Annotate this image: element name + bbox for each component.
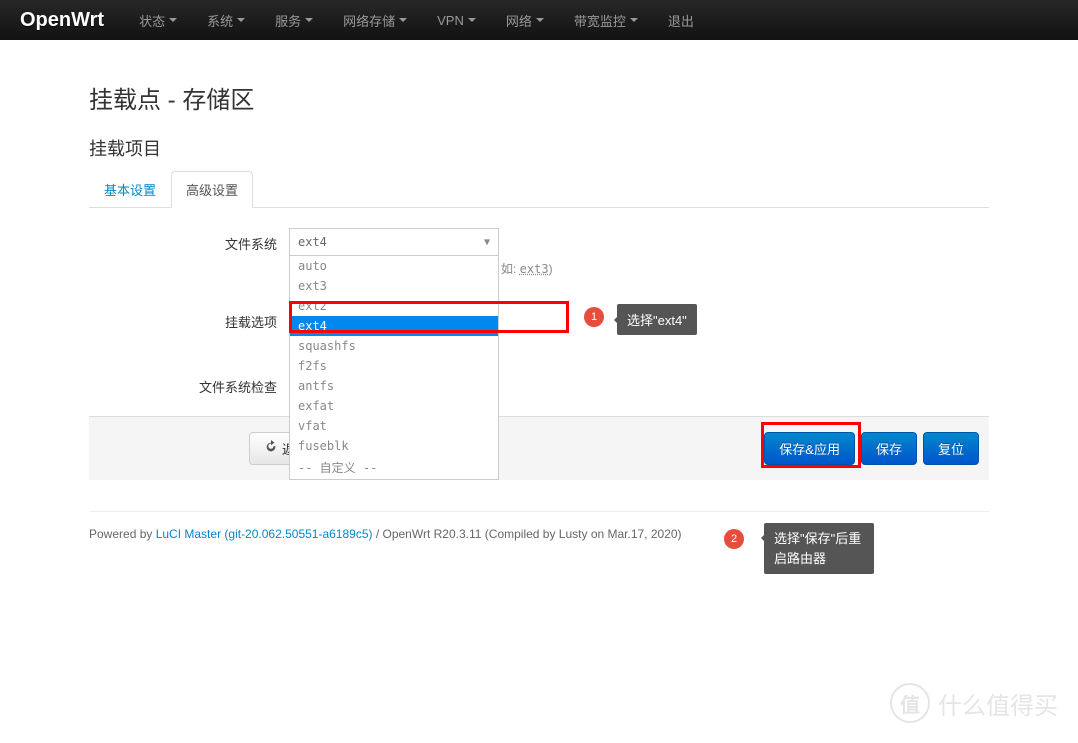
refresh-icon [264,440,278,457]
annotation-badge-2: 2 [724,529,744,549]
nav-item-5[interactable]: 网络 [491,1,559,40]
nav-item-4[interactable]: VPN [422,1,491,40]
main-container: 挂载点 - 存储区 挂载项目 基本设置高级设置 文件系统 ext4 ▼ 如: e… [69,40,1009,561]
fs-option-squashfs[interactable]: squashfs [290,336,498,356]
watermark: 值 什么值得买 [890,683,1058,723]
fs-option-auto[interactable]: auto [290,256,498,276]
footer-link[interactable]: LuCI Master (git-20.062.50551-a6189c5) [156,527,373,541]
fscheck-label: 文件系统检查 [89,371,289,396]
tab-1[interactable]: 高级设置 [171,171,253,208]
caret-icon [536,18,544,22]
fs-option-antfs[interactable]: antfs [290,376,498,396]
caret-icon [468,18,476,22]
annotation-tooltip-2: 选择"保存"后重启路由器 [764,523,874,574]
nav-item-7[interactable]: 退出 [653,1,709,40]
save-apply-button[interactable]: 保存&应用 [764,432,855,465]
footer-prefix: Powered by [89,527,156,541]
reset-button[interactable]: 复位 [923,432,979,465]
annotation-tooltip-1: 选择"ext4" [617,304,697,335]
fs-option-vfat[interactable]: vfat [290,416,498,436]
watermark-text: 什么值得买 [938,686,1058,721]
tab-0[interactable]: 基本设置 [89,171,171,208]
caret-icon [169,18,177,22]
fs-option-fuseblk[interactable]: fuseblk [290,436,498,456]
fs-option-ext3[interactable]: ext3 [290,276,498,296]
page-title: 挂载点 - 存储区 [89,80,989,115]
annotation-badge-1: 1 [584,307,604,327]
fs-option-ext4[interactable]: ext4 [290,316,498,336]
caret-icon [305,18,313,22]
caret-icon [399,18,407,22]
tabs: 基本设置高级设置 [89,171,989,208]
nav-item-0[interactable]: 状态 [124,1,192,40]
section-title: 挂载项目 [89,135,989,161]
fs-option--- 自定义 --[interactable]: -- 自定义 -- [290,456,498,479]
fs-option-f2fs[interactable]: f2fs [290,356,498,376]
fscheck-row: 文件系统检查 [89,371,989,396]
fs-option-ext2[interactable]: ext2 [290,296,498,316]
filesystem-label: 文件系统 [89,228,289,253]
filesystem-row: 文件系统 ext4 ▼ 如: ext3) autoext3ext2ext4squ… [89,228,989,256]
watermark-icon: 值 [890,683,930,723]
top-navbar: OpenWrt 状态系统服务网络存储VPN网络带宽监控退出 [0,0,1078,40]
filesystem-value: ext4 [298,235,327,249]
save-button[interactable]: 保存 [861,432,917,465]
nav-item-6[interactable]: 带宽监控 [559,1,653,40]
form-area: 文件系统 ext4 ▼ 如: ext3) autoext3ext2ext4squ… [89,228,989,396]
mount-options-row: 挂载选项 [89,306,989,331]
filesystem-control: ext4 ▼ 如: ext3) autoext3ext2ext4squashfs… [289,228,989,256]
footer-suffix: / OpenWrt R20.3.11 (Compiled by Lusty on… [373,527,682,541]
nav-item-1[interactable]: 系统 [192,1,260,40]
filesystem-hint: 如: ext3) [501,260,553,277]
mount-options-label: 挂载选项 [89,306,289,331]
brand-logo[interactable]: OpenWrt [20,9,104,32]
caret-icon [630,18,638,22]
dropdown-arrow-icon: ▼ [484,237,490,248]
nav-item-2[interactable]: 服务 [260,1,328,40]
caret-icon [237,18,245,22]
filesystem-dropdown: autoext3ext2ext4squashfsf2fsantfsexfatvf… [289,256,499,480]
filesystem-select[interactable]: ext4 ▼ [289,228,499,256]
action-bar: 返回至概况 保存&应用 保存 复位 [89,416,989,481]
nav-item-3[interactable]: 网络存储 [328,1,422,40]
fs-option-exfat[interactable]: exfat [290,396,498,416]
